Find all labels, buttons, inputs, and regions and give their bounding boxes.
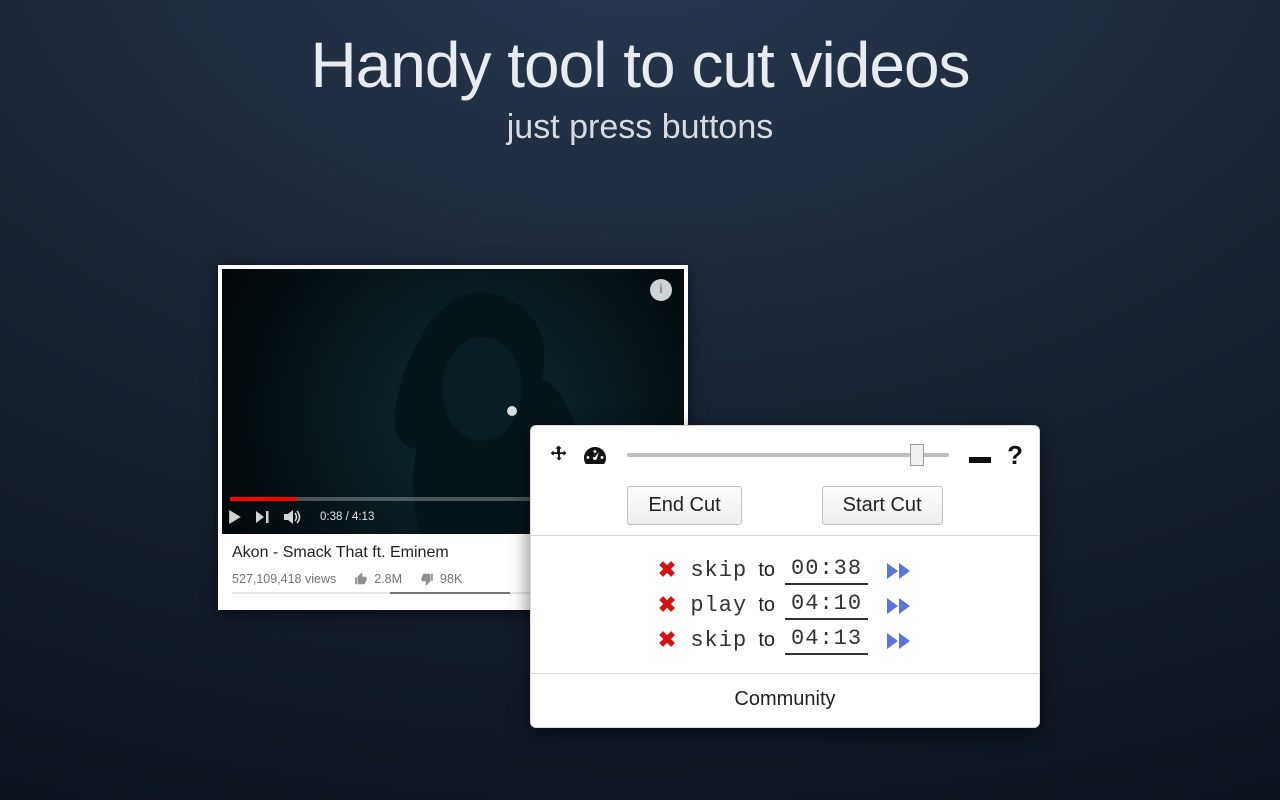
delete-icon[interactable]: ✖	[658, 593, 676, 619]
cut-action: skip	[690, 558, 748, 583]
divider	[531, 535, 1039, 536]
cutter-panel: ? End Cut Start Cut ✖ skip to 00:38 ✖ pl…	[530, 425, 1040, 728]
help-icon[interactable]: ?	[1007, 440, 1023, 471]
cut-row: ✖ skip to 04:13	[547, 626, 1023, 655]
cut-action: skip	[690, 628, 748, 653]
to-label: to	[758, 629, 775, 652]
move-icon[interactable]	[547, 443, 571, 467]
dislike-count: 98K	[440, 572, 462, 586]
info-icon[interactable]: i	[650, 279, 672, 301]
cut-row: ✖ skip to 00:38	[547, 556, 1023, 585]
view-count: 527,109,418 views	[232, 572, 336, 586]
community-link[interactable]: Community	[547, 678, 1023, 723]
volume-icon[interactable]	[284, 510, 302, 524]
like-button[interactable]: 2.8M	[354, 572, 402, 586]
slider-thumb[interactable]	[910, 444, 924, 466]
video-time-display: 0:38 / 4:13	[320, 511, 374, 523]
speed-slider[interactable]	[627, 443, 949, 467]
next-icon[interactable]	[256, 511, 270, 523]
thumbs-up-icon	[354, 572, 368, 586]
subheadline: just press buttons	[0, 108, 1280, 147]
divider	[531, 673, 1039, 674]
gauge-icon[interactable]	[583, 443, 607, 467]
to-label: to	[758, 559, 775, 582]
play-icon[interactable]	[228, 510, 242, 524]
to-label: to	[758, 594, 775, 617]
fast-forward-icon[interactable]	[886, 562, 912, 580]
dislike-button[interactable]: 98K	[420, 572, 462, 586]
video-progress-played	[230, 497, 297, 501]
fast-forward-icon[interactable]	[886, 632, 912, 650]
end-cut-button[interactable]: End Cut	[627, 486, 741, 525]
start-cut-button[interactable]: Start Cut	[822, 486, 943, 525]
headline: Handy tool to cut videos	[0, 30, 1280, 100]
delete-icon[interactable]: ✖	[658, 628, 676, 654]
thumbs-down-icon	[420, 572, 434, 586]
like-count: 2.8M	[374, 572, 402, 586]
cut-action: play	[690, 593, 748, 618]
fast-forward-icon[interactable]	[886, 597, 912, 615]
delete-icon[interactable]: ✖	[658, 558, 676, 584]
cut-time[interactable]: 00:38	[785, 556, 868, 585]
cut-time[interactable]: 04:10	[785, 591, 868, 620]
cut-time[interactable]: 04:13	[785, 626, 868, 655]
cut-list: ✖ skip to 00:38 ✖ play to 04:10 ✖ skip t…	[547, 540, 1023, 669]
minimize-button[interactable]	[969, 447, 991, 463]
cut-row: ✖ play to 04:10	[547, 591, 1023, 620]
